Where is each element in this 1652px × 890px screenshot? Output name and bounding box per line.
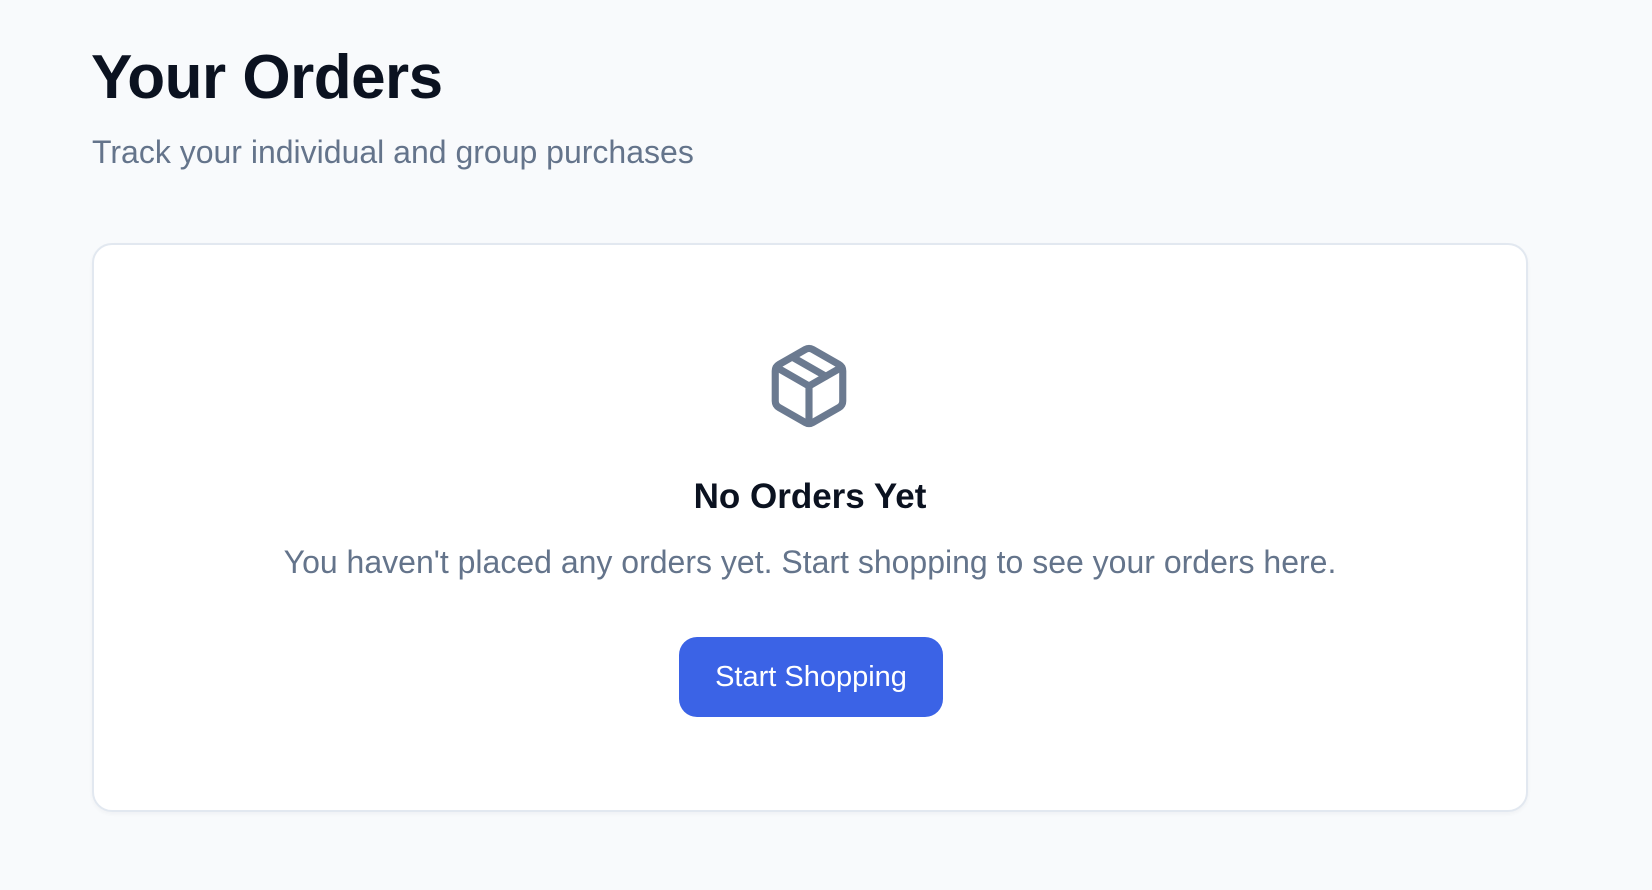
empty-state-message: You haven't placed any orders yet. Start… xyxy=(283,544,1337,580)
empty-orders-card: No Orders Yet You haven't placed any ord… xyxy=(92,243,1528,812)
page-subtitle: Track your individual and group purchase… xyxy=(92,134,694,170)
start-shopping-button[interactable]: Start Shopping xyxy=(679,637,943,717)
empty-state-title: No Orders Yet xyxy=(693,477,927,516)
page-title: Your Orders xyxy=(91,43,443,112)
orders-page: Your Orders Track your individual and gr… xyxy=(0,0,1652,890)
package-icon xyxy=(764,341,854,431)
